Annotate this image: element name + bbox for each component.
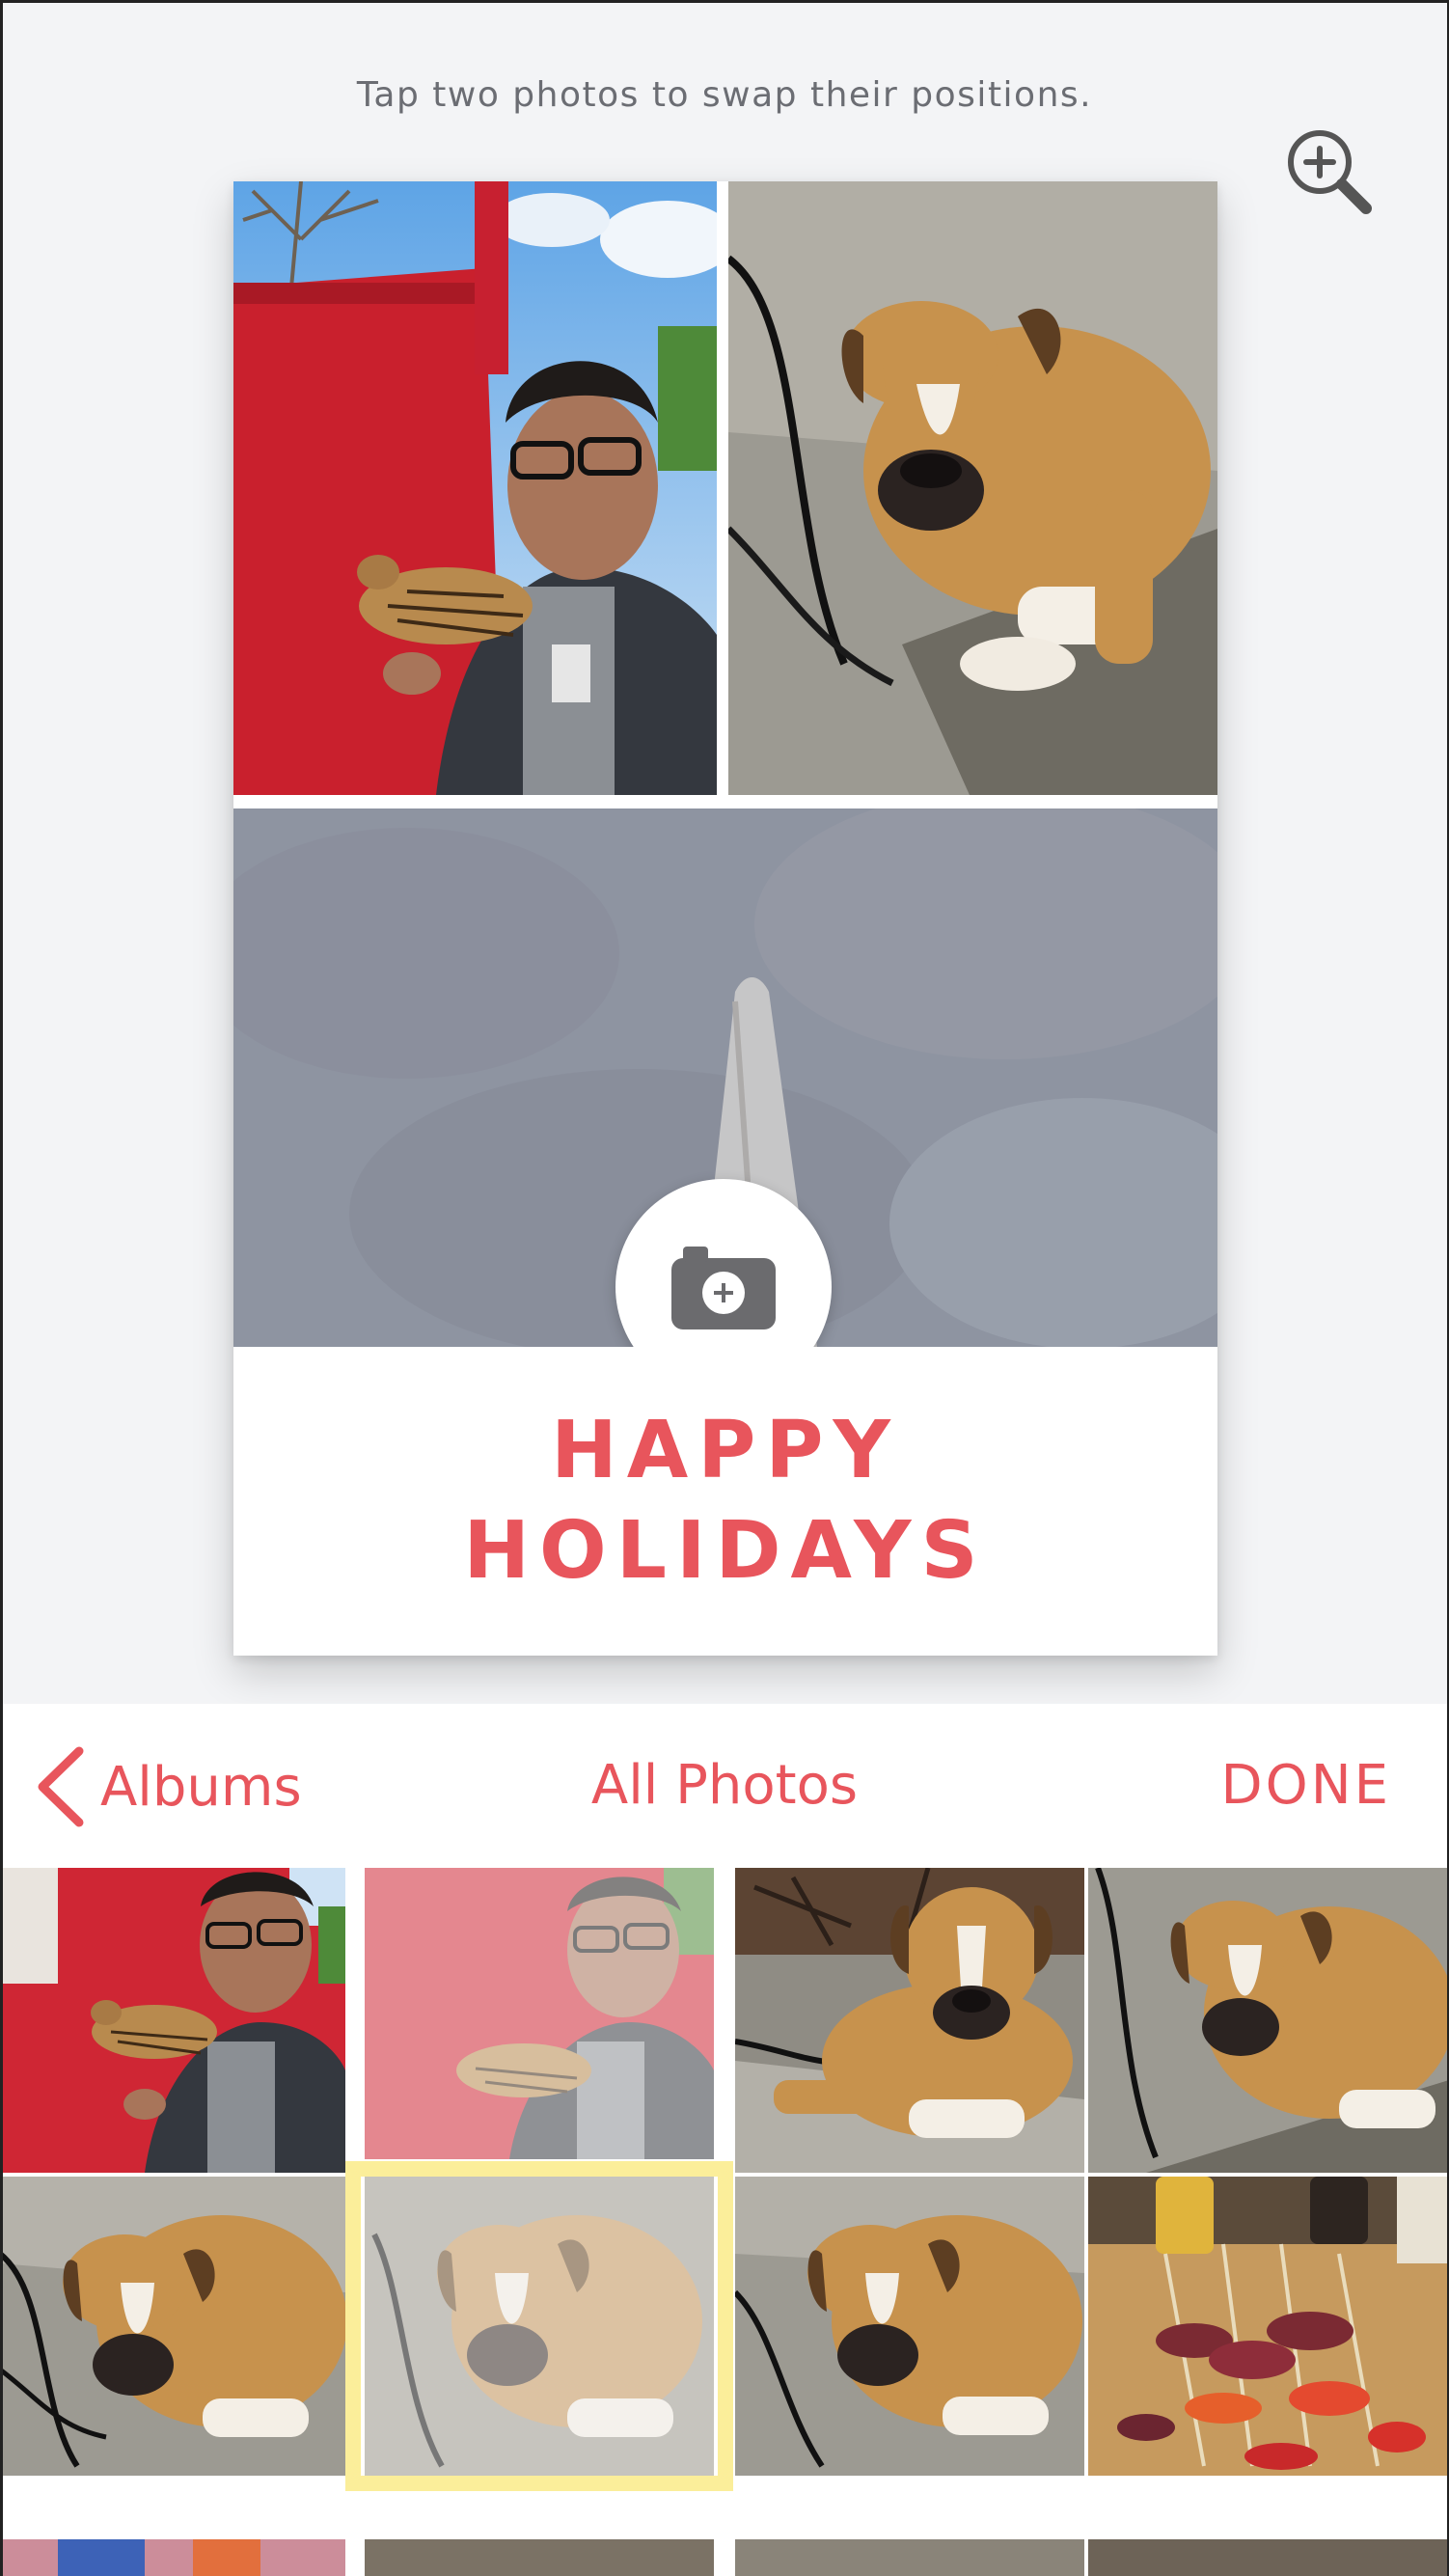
card-greeting[interactable]: HAPPY HOLIDAYS [233, 1347, 1217, 1656]
instruction-text: Tap two photos to swap their positions. [356, 75, 1093, 115]
thumbnail-man-with-chicken[interactable] [0, 1868, 345, 2173]
zoom-in-icon[interactable] [1283, 125, 1376, 218]
thumbnail-partial-1[interactable] [0, 2539, 345, 2576]
thumbnail-partial-3[interactable] [735, 2539, 1084, 2576]
thumbnail-dog-4[interactable] [735, 2177, 1084, 2476]
photo-grid [0, 1868, 1449, 2576]
thumbnail-dog-3[interactable] [0, 2177, 345, 2476]
done-button[interactable]: DONE [1221, 1754, 1391, 1817]
card-photo-dog[interactable] [728, 181, 1217, 795]
thumbnail-partial-2[interactable] [365, 2539, 714, 2576]
thumbnail-partial-4[interactable] [1088, 2539, 1449, 2576]
thumbnail-dog-1[interactable] [735, 1868, 1084, 2173]
thumbnail-dog-selected[interactable] [365, 2177, 714, 2476]
greeting-line-2: HOLIDAYS [463, 1505, 988, 1597]
greeting-line-1: HAPPY [551, 1405, 900, 1496]
thumbnail-man-with-chicken-used[interactable] [365, 1868, 714, 2159]
thumbnail-grilled-skewers[interactable] [1088, 2177, 1449, 2476]
camera-plus-icon [671, 1247, 776, 1329]
empty-photo-slot[interactable] [233, 808, 1217, 1347]
thumbnail-dog-2[interactable] [1088, 1868, 1449, 2173]
photo-picker-header: Albums All Photos DONE [0, 1704, 1449, 1868]
card-photo-man-with-chicken[interactable] [233, 181, 717, 795]
greeting-card-preview: HAPPY HOLIDAYS [233, 181, 1217, 1656]
